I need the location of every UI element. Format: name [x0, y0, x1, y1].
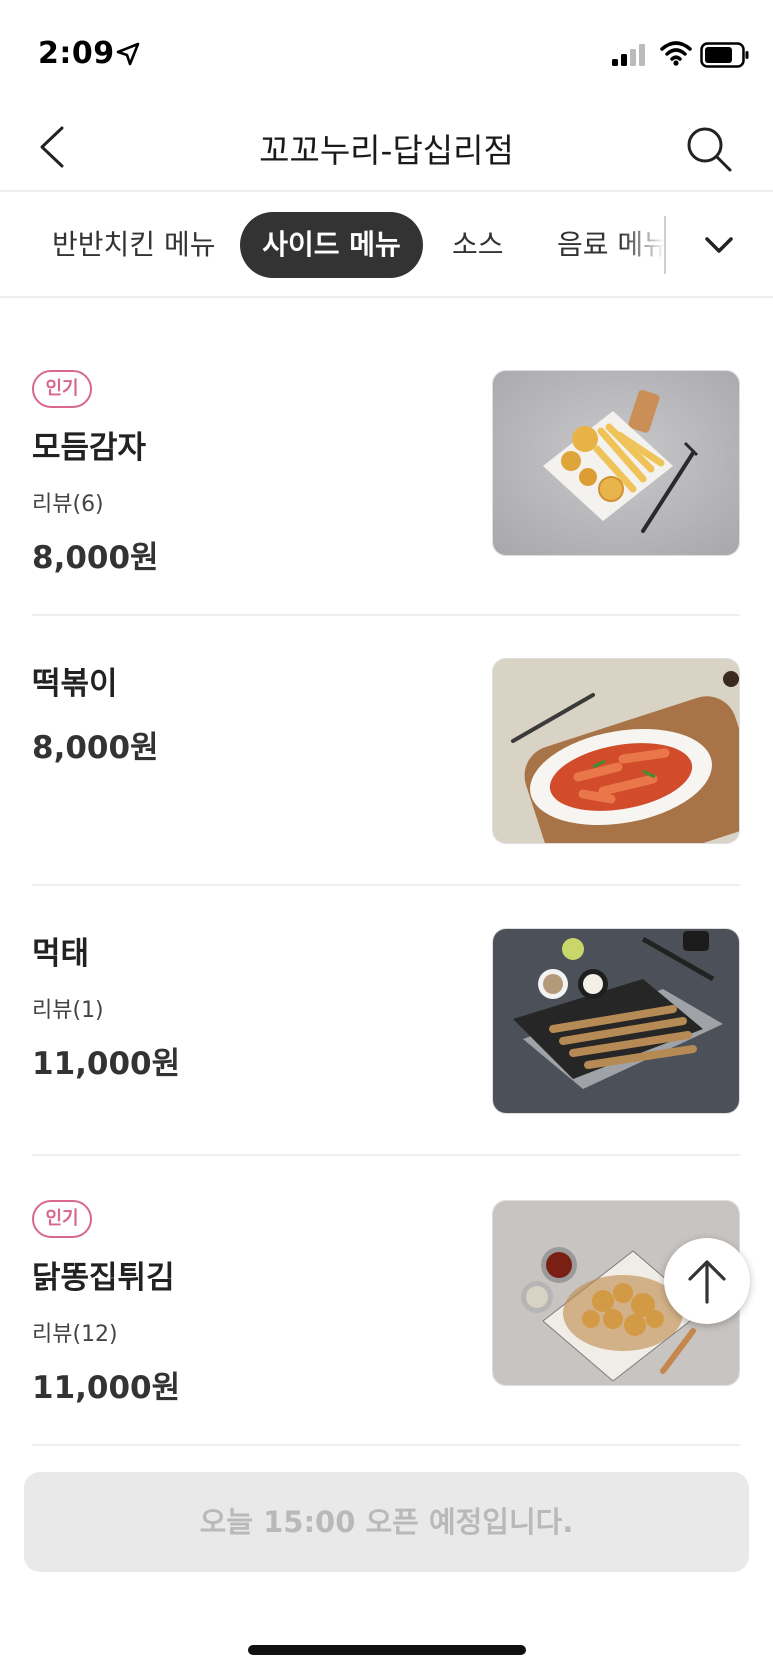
tab-drink-menu[interactable]: 음료 메뉴 — [557, 212, 665, 278]
menu-item-price: 8,000원 — [32, 730, 159, 766]
tteokbokki-photo — [492, 658, 740, 844]
header: 꼬꼬누리-답십리점 — [0, 100, 773, 192]
menu-item-review-count: 리뷰(6) — [32, 492, 104, 517]
menu-item-name: 모듬감자 — [32, 430, 147, 466]
cellular-signal-icon — [612, 44, 645, 66]
status-bar: 2:09 — [0, 0, 773, 100]
scroll-to-top-button[interactable] — [664, 1238, 750, 1324]
menu-item[interactable]: 먹태 리뷰(1) 11,000원 — [32, 886, 740, 1156]
menu-item-review-count: 리뷰(12) — [32, 1322, 118, 1347]
category-tab-bar: 반반치킨 메뉴 사이드 메뉴 소스 음료 메뉴 — [0, 192, 773, 298]
location-arrow-icon — [116, 42, 140, 66]
tab-half-chicken-menu[interactable]: 반반치킨 메뉴 — [52, 212, 215, 278]
popular-badge: 인기 — [32, 1200, 92, 1238]
menu-item[interactable]: 인기 모듬감자 리뷰(6) 8,000원 — [32, 298, 740, 616]
chevron-down-icon[interactable] — [700, 226, 738, 264]
menu-item-price: 11,000원 — [32, 1046, 181, 1082]
dried-pollock-photo — [492, 928, 740, 1114]
menu-item-name: 먹태 — [32, 936, 90, 972]
menu-item[interactable]: 떡볶이 8,000원 — [32, 616, 740, 886]
page-title: 꼬꼬누리-답십리점 — [259, 131, 514, 170]
order-disabled-button[interactable]: 오늘 15:00 오픈 예정입니다. — [24, 1472, 749, 1572]
menu-item-name: 떡볶이 — [32, 666, 118, 702]
fries-plate-photo — [492, 370, 740, 556]
status-time: 2:09 — [38, 36, 115, 71]
tab-side-menu[interactable]: 사이드 메뉴 — [240, 212, 423, 278]
menu-item-review-count: 리뷰(1) — [32, 998, 104, 1023]
search-icon[interactable] — [684, 124, 734, 174]
menu-item-price: 11,000원 — [32, 1370, 181, 1406]
menu-item[interactable]: 인기 닭똥집튀김 리뷰(12) 11,000원 — [32, 1156, 740, 1446]
arrow-up-icon — [688, 1260, 726, 1304]
popular-badge: 인기 — [32, 370, 92, 408]
menu-item-name: 닭똥집튀김 — [32, 1260, 175, 1296]
tab-divider — [664, 216, 666, 274]
tab-sauce[interactable]: 소스 — [452, 212, 504, 278]
menu-item-price: 8,000원 — [32, 540, 159, 576]
home-indicator — [248, 1645, 526, 1655]
battery-icon — [700, 42, 749, 68]
wifi-icon — [660, 41, 692, 66]
